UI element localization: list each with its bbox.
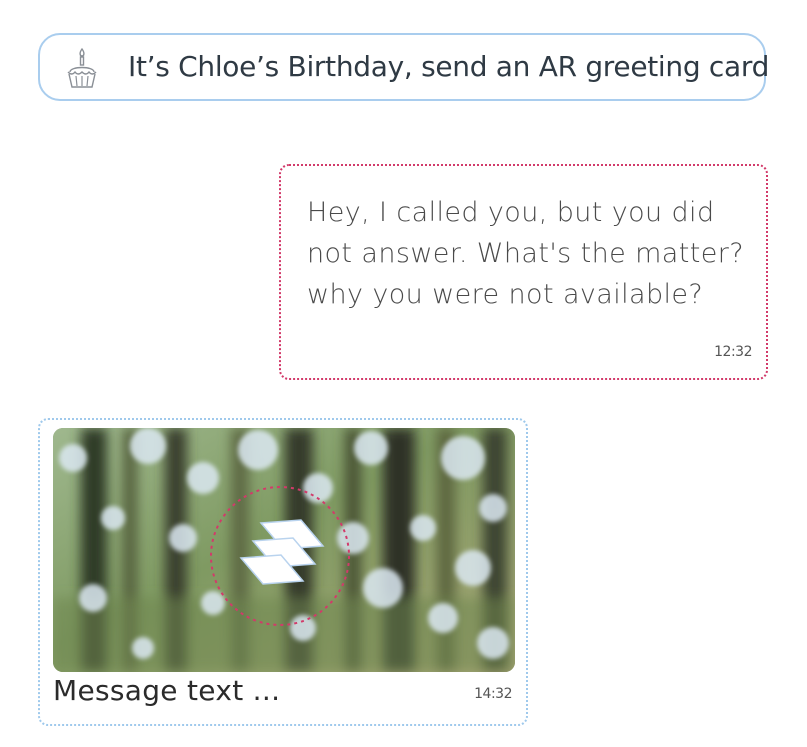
banner-text: It’s Chloe’s Birthday, send an AR greeti… [128, 50, 770, 83]
ar-target-icon[interactable] [53, 428, 515, 672]
ar-card-image[interactable] [53, 428, 515, 672]
birthday-cake-icon [64, 47, 100, 89]
card-caption-text: Message text ... [53, 674, 281, 707]
birthday-banner[interactable]: It’s Chloe’s Birthday, send an AR greeti… [38, 33, 770, 101]
incoming-ar-card-bubble[interactable]: Message text ... 14:32 [38, 418, 528, 726]
outgoing-message-bubble[interactable]: Hey, I called you, but you did not answe… [279, 164, 768, 380]
card-timestamp: 14:32 [474, 686, 512, 702]
message-timestamp: 12:32 [714, 344, 752, 360]
message-text: Hey, I called you, but you did not answe… [307, 197, 744, 310]
